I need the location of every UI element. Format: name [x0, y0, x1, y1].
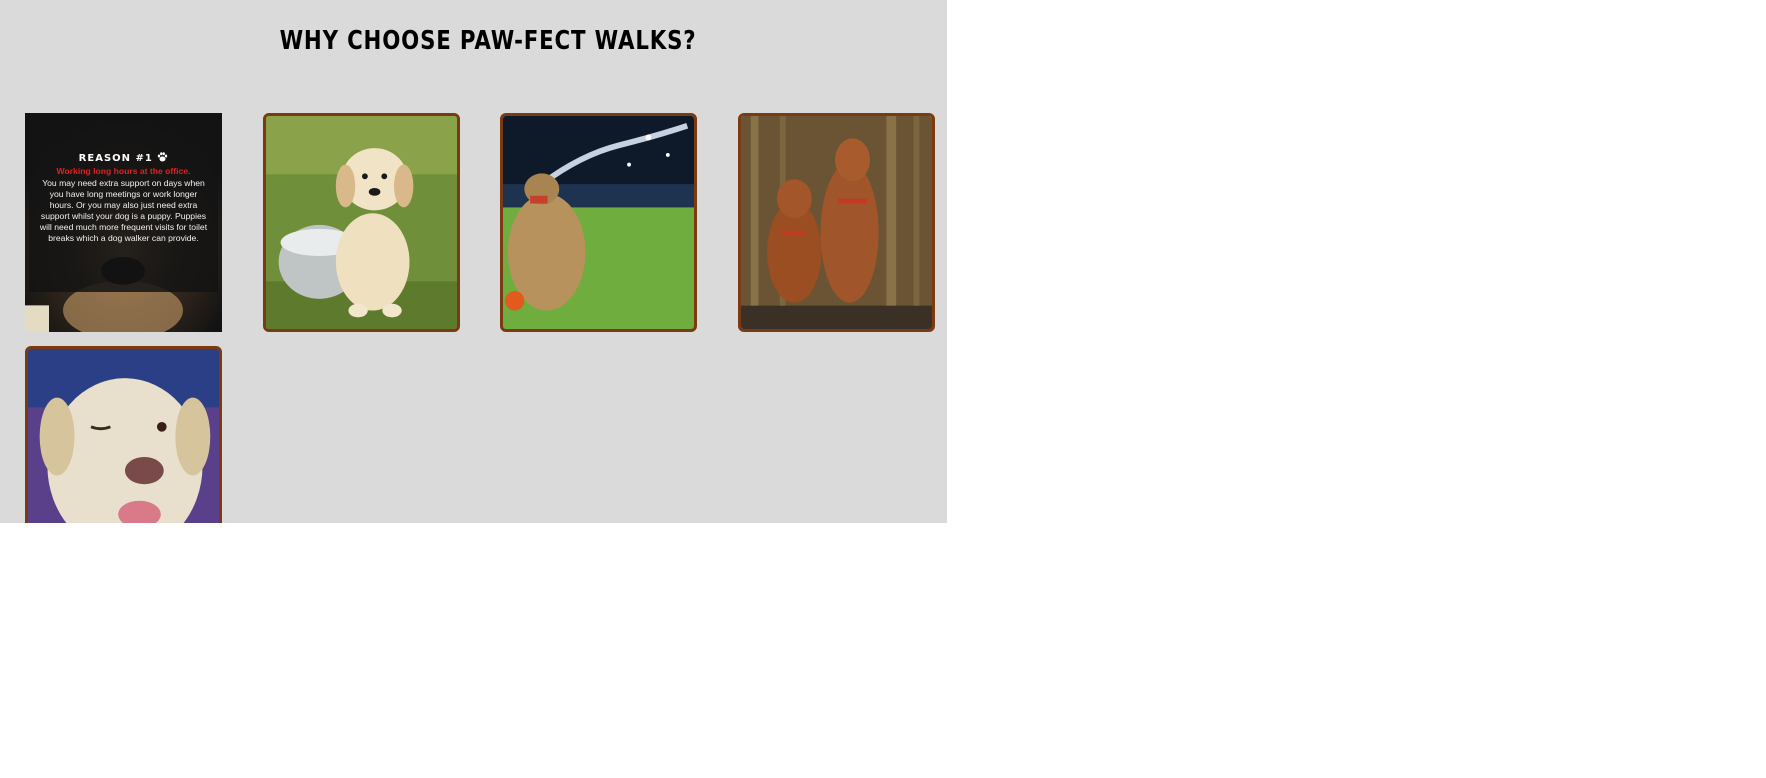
reason-overlay: REASON #1 Working long hours at the offi…	[29, 117, 218, 292]
reason-title-text: REASON #1	[78, 153, 153, 164]
golden-puppy-in-bowl-photo	[266, 116, 457, 329]
paw-icon	[157, 152, 168, 164]
reason-card-4[interactable]	[738, 113, 935, 332]
reason-card-2[interactable]	[263, 113, 460, 332]
reason-card-5[interactable]	[25, 346, 222, 523]
two-vizsla-dogs-photo	[741, 116, 932, 329]
why-choose-section: WHY CHOOSE PAW-FECT WALKS? REASON #1 Wor…	[0, 0, 947, 523]
reason-card-1[interactable]: REASON #1 Working long hours at the offi…	[25, 113, 222, 332]
reason-subtitle: Working long hours at the office.	[56, 166, 191, 176]
section-title: WHY CHOOSE PAW-FECT WALKS?	[279, 26, 697, 56]
reason-card-3[interactable]	[500, 113, 697, 332]
reason-heading: REASON #1	[39, 152, 208, 164]
winking-labrador-photo	[28, 349, 219, 523]
reason-description: You may need extra support on days when …	[39, 178, 208, 243]
terrier-with-water-hose-photo	[503, 116, 694, 329]
